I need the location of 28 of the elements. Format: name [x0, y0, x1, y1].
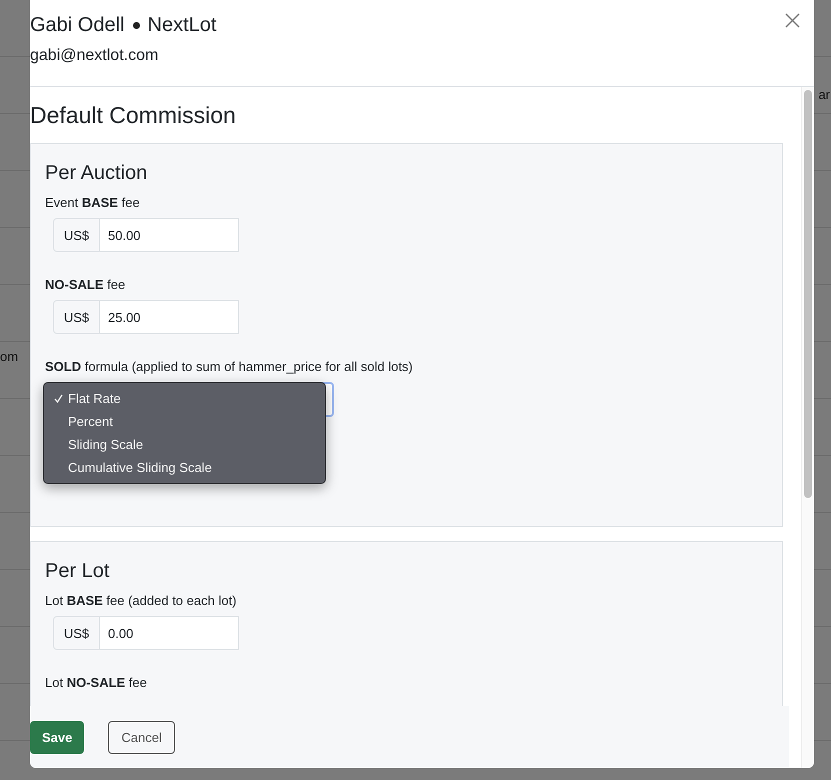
user-name: Gabi Odell [30, 14, 124, 37]
cancel-button[interactable]: Cancel [108, 720, 175, 754]
currency-addon: US$ [53, 218, 100, 252]
field-label: Event BASE fee [45, 195, 141, 210]
page-heading: Default Commission [30, 102, 237, 129]
close-icon[interactable] [785, 13, 800, 28]
amount-input[interactable]: 0.00 [100, 616, 239, 650]
background-text: ar [818, 87, 830, 102]
currency-addon: US$ [53, 616, 100, 650]
currency-addon: US$ [53, 300, 100, 334]
field-label: Lot BASE fee (added to each lot) [45, 593, 238, 608]
scrollbar[interactable] [801, 87, 814, 768]
separator-dot [132, 22, 140, 29]
save-button[interactable]: Save [30, 720, 84, 754]
section-title: Per Lot [45, 560, 110, 583]
amount-input[interactable]: 50.00 [100, 218, 239, 252]
dropdown-option[interactable]: Percent [44, 410, 325, 433]
amount-input[interactable]: 25.00 [100, 300, 239, 334]
organization-name: NextLot [148, 14, 216, 37]
user-email: gabi@nextlot.com [30, 47, 160, 65]
field-label: SOLD formula (applied to sum of hammer_price for all sold lots) [45, 359, 414, 374]
field-label: Lot NO-SALE fee [45, 675, 148, 690]
field-label: NO-SALE fee [45, 277, 126, 292]
dropdown-option[interactable]: Flat Rate [44, 387, 325, 410]
background-text: om [0, 349, 18, 364]
dropdown-option[interactable]: Cumulative Sliding Scale [44, 456, 325, 479]
section-title: Per Auction [45, 162, 148, 185]
dropdown-option[interactable]: Sliding Scale [44, 433, 325, 456]
